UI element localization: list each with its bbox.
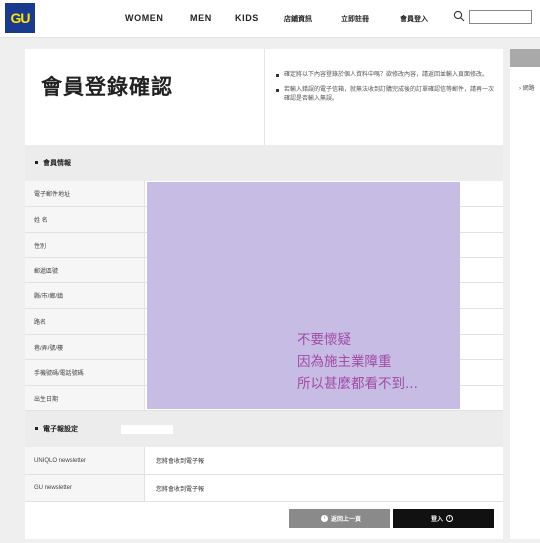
field-label: 姓 名: [25, 207, 145, 232]
bullet-icon: [35, 161, 38, 164]
note-item: 確定將以下內容登錄於個人資料中嗎？欲修改內容，請返回並輸入頁面修改。: [275, 71, 497, 80]
field-label: 手機號碼/電話號碼: [25, 360, 145, 385]
back-button[interactable]: ‹ 返回上一頁: [289, 509, 390, 528]
back-button-label: 返回上一頁: [330, 517, 361, 523]
title-area: 會員登錄確認: [25, 49, 265, 145]
login-button[interactable]: 登入 ›: [393, 509, 494, 528]
side-panel: › 網路: [510, 49, 540, 539]
field-label: 電子郵件地址: [25, 181, 145, 206]
gu-logo[interactable]: GU: [5, 3, 35, 33]
overlay-line: 因為施主業障重: [297, 354, 392, 370]
side-panel-header: [510, 49, 540, 67]
note-item: 若輸入錯誤的電子信箱，就無法收到訂購完成後的訂單確認信等郵件，請再一次確認是否輸…: [275, 86, 497, 104]
overlay-line: 不要懷疑: [297, 332, 351, 348]
chevron-left-icon: ‹: [320, 515, 328, 522]
field-value: 您將會收到電子報: [156, 486, 205, 493]
side-link[interactable]: › 網路: [519, 83, 535, 92]
field-label: 路名: [25, 309, 145, 334]
search-icon[interactable]: [453, 10, 465, 22]
field-label: 性別: [25, 233, 145, 257]
field-label: UNIQLO newsletter: [25, 447, 145, 474]
email-settings-heading: 電子報設定: [25, 411, 503, 447]
search-input[interactable]: [469, 10, 532, 24]
chevron-right-icon: ›: [446, 515, 453, 522]
field-label: 縣/市/鄉/鎮: [25, 283, 145, 308]
overlay-caption: 不要懷疑 因為施主業障重 所以甚麼都看不到...: [297, 329, 418, 395]
field-label: GU newsletter: [25, 475, 145, 501]
notes: 確定將以下內容登錄於個人資料中嗎？欲修改內容，請返回並輸入頁面修改。 若輸入錯誤…: [275, 71, 497, 110]
nav-store-info[interactable]: 店鋪資訊: [284, 14, 312, 24]
login-button-label: 登入: [430, 517, 443, 523]
overlay-line: 所以甚麼都看不到...: [297, 376, 418, 392]
field-value: 您將會收到電子報: [156, 459, 205, 465]
nav-register[interactable]: 立即註冊: [341, 14, 369, 24]
field-label: 巷/弄/號/樓: [25, 335, 145, 359]
field-label: 出生日期: [25, 386, 145, 410]
top-header: GU WOMEN MEN KIDS 店鋪資訊 立即註冊 會員登入: [0, 0, 540, 38]
bullet-icon: [35, 427, 38, 430]
page-title: 會員登錄確認: [41, 76, 173, 99]
field-row: GU newsletter 您將會收到電子報: [25, 475, 503, 502]
field-row: UNIQLO newsletter 您將會收到電子報: [25, 447, 503, 475]
member-info-heading: 會員情報: [25, 145, 503, 181]
nav-women[interactable]: WOMEN: [125, 13, 164, 23]
section-heading-label: 電子報設定: [43, 426, 78, 433]
nav-login[interactable]: 會員登入: [400, 14, 428, 24]
nav-kids[interactable]: KIDS: [235, 13, 259, 23]
nav-men[interactable]: MEN: [190, 13, 212, 23]
field-label: 郵遞區號: [25, 258, 145, 282]
section-heading-label: 會員情報: [43, 160, 71, 167]
redaction-bar: [121, 425, 173, 434]
